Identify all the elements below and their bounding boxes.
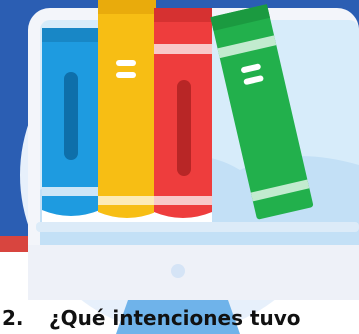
book-red [154,8,212,224]
page: 2. ¿Qué intenciones tuvo [0,0,359,334]
book-blue [42,28,100,224]
library-books-monitor-icon [0,0,359,334]
book-yellow [98,0,156,224]
monitor-stand [116,300,240,334]
monitor-chin [28,245,359,300]
monitor-button [171,264,185,278]
shelf [36,222,359,232]
